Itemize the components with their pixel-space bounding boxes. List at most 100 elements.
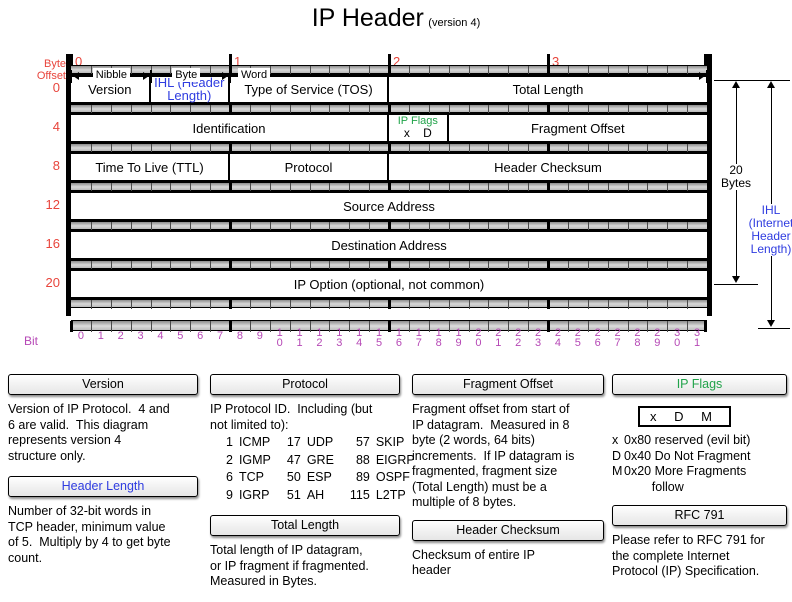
- ip-flag-definition: follow: [612, 480, 787, 496]
- bit-number-3: 3: [137, 330, 144, 342]
- protocol-name: IGRP: [238, 487, 270, 502]
- legend-title-header-checksum: Header Checksum: [412, 519, 604, 541]
- span-label-nibble: Nibble: [92, 68, 130, 82]
- protocol-number: 17: [286, 435, 301, 449]
- ip-flag-text: 0x40 Do Not Fragment: [624, 448, 751, 463]
- ip-header-diagram: Byte Offset 0 4 8 12 16 20 0123 Version IHL (H…: [0, 28, 792, 373]
- bytes-bracket-bottom-cap: [714, 284, 758, 285]
- header-row-offset-4: Identification IP Flagsx D M Fragment Offs…: [71, 113, 707, 153]
- protocol-number: 51: [286, 487, 301, 502]
- legend-title-protocol: Protocol: [210, 374, 400, 395]
- protocol-number: 1: [226, 435, 233, 449]
- bit-separator-strip: [71, 104, 707, 114]
- field-header-checksum-label: Header Checksum: [494, 159, 602, 175]
- bit-number-6: 6: [197, 330, 204, 342]
- protocol-name: ICMP: [238, 435, 271, 449]
- bit-number-30: 30: [674, 327, 681, 349]
- field-header-checksum: Header Checksum: [389, 154, 707, 180]
- span-line-word: [230, 76, 707, 77]
- bit-number-23: 23: [535, 327, 542, 349]
- bit-separator-strip: [71, 260, 707, 270]
- span-cap-left: [150, 70, 152, 83]
- protocol-row: 9 IGRP 51 AH 115 L2TP: [226, 488, 415, 504]
- protocol-name: SKIP: [375, 435, 405, 449]
- field-source-address: Source Address: [71, 193, 707, 219]
- sep-tick: [249, 300, 251, 309]
- byte-offset-4: 4: [52, 119, 60, 134]
- protocol-row: 6 TCP 50 ESP 89 OSPF: [226, 470, 415, 486]
- field-fragment-offset: Fragment Offset: [449, 115, 707, 141]
- protocol-row: 2 IGMP 47 GRE 88 EIGRP: [226, 453, 415, 469]
- legend-body-rfc: Please refer to RFC 791 for the complete…: [612, 533, 765, 578]
- bit-number-31: 31: [694, 327, 701, 349]
- byte-offset-label: Byte Offset: [36, 58, 66, 82]
- bit-number-13: 13: [336, 327, 343, 349]
- field-ip-option-optional-not-common-label: IP Option (optional, not common): [293, 276, 485, 292]
- bit-number-5: 5: [177, 330, 184, 342]
- header-row-offset-12: Source Address: [71, 191, 707, 221]
- sep-tick: [528, 300, 530, 309]
- bit-separator-strip: [71, 143, 707, 153]
- bit-number-7: 7: [217, 330, 224, 342]
- protocol-name: AH: [306, 487, 325, 502]
- protocol-number: 6: [226, 470, 233, 484]
- bit-number-20: 20: [475, 327, 482, 349]
- byte-offset-8: 8: [52, 158, 60, 173]
- protocol-number: 9: [226, 487, 233, 502]
- size-brackets: 20 Bytes IHL (Internet Header Length): [712, 54, 792, 354]
- legend-title-version: Version: [8, 374, 198, 395]
- field-source-address-label: Source Address: [343, 198, 435, 214]
- bit-number-26: 26: [594, 327, 601, 349]
- sep-tick: [150, 300, 152, 309]
- legend-title-header-length: Header Length: [8, 476, 198, 497]
- header-field-grid: 0123 Version IHL (Header Length) Type of S…: [66, 54, 712, 316]
- protocol-name: EIGRP: [375, 452, 415, 467]
- sep-tick: [289, 300, 291, 309]
- sep-tick: [627, 300, 629, 309]
- sep-tick: [508, 300, 510, 309]
- protocol-name: UDP: [306, 435, 334, 449]
- field-destination-address-label: Destination Address: [331, 237, 447, 253]
- legend-column-3: Fragment Offset Fragment offset from sta…: [412, 374, 604, 579]
- span-arrow-left: [73, 72, 79, 80]
- ip-flag-definition: x 0x80 reserved (evil bit): [612, 433, 787, 449]
- field-identification-label: Identification: [192, 120, 266, 136]
- legend-title-rfc: RFC 791: [612, 505, 787, 526]
- protocol-number: 88: [355, 452, 370, 467]
- sep-tick: [448, 300, 450, 309]
- bit-number-16: 16: [395, 327, 402, 349]
- sep-tick: [130, 300, 132, 309]
- span-label-byte: Byte: [172, 68, 201, 82]
- sep-tick: [587, 300, 589, 309]
- bit-number-22: 22: [515, 327, 522, 349]
- legend-column-4: IP Flags x D M x 0x80 reserved (evil bit)…: [612, 374, 787, 580]
- protocol-number: 50: [286, 470, 301, 484]
- field-time-to-live-ttl-label: Time To Live (TTL): [95, 159, 204, 175]
- header-row-offset-20: IP Option (optional, not common): [71, 269, 707, 299]
- ihl-bracket-arrow-up: [767, 81, 775, 88]
- bit-number-14: 14: [356, 327, 363, 349]
- bit-number-27: 27: [614, 327, 621, 349]
- sep-tick: [110, 300, 112, 309]
- protocol-id-table: 1 ICMP 17 UDP 57 SKIP 2 IGMP 47 GRE 88 EIGRP 6 TCP 50 E…: [224, 433, 417, 505]
- ip-flag-text: 0x20 More Fragments: [624, 464, 747, 478]
- span-cap-left: [230, 70, 231, 83]
- bit-number-18: 18: [435, 327, 442, 349]
- sep-tick: [210, 300, 212, 309]
- unit-span-annotations: Nibble Byte Word: [66, 68, 766, 86]
- legend-body-version: Version of IP Protocol. 4 and 6 are vali…: [8, 402, 170, 463]
- sep-tick: [647, 300, 649, 309]
- legend-title-ip-flags: IP Flags: [612, 374, 787, 395]
- bit-number-21: 21: [495, 327, 502, 349]
- bit-number-4: 4: [157, 330, 164, 342]
- bit-number-15: 15: [376, 327, 383, 349]
- ihl-bracket-bottom-cap: [758, 328, 790, 329]
- span-arrow-right: [699, 72, 705, 80]
- legend-body-total-length: Total length of IP datagram, or IP fragm…: [210, 543, 369, 588]
- byte-offset-0: 0: [52, 80, 60, 95]
- header-row-offset-8: Time To Live (TTL) Protocol Header Checksu…: [71, 152, 707, 182]
- ip-flag-key: D: [612, 448, 622, 463]
- sep-tick: [607, 300, 609, 309]
- byte-offset-12: 12: [45, 197, 60, 212]
- protocol-number: 47: [286, 452, 301, 467]
